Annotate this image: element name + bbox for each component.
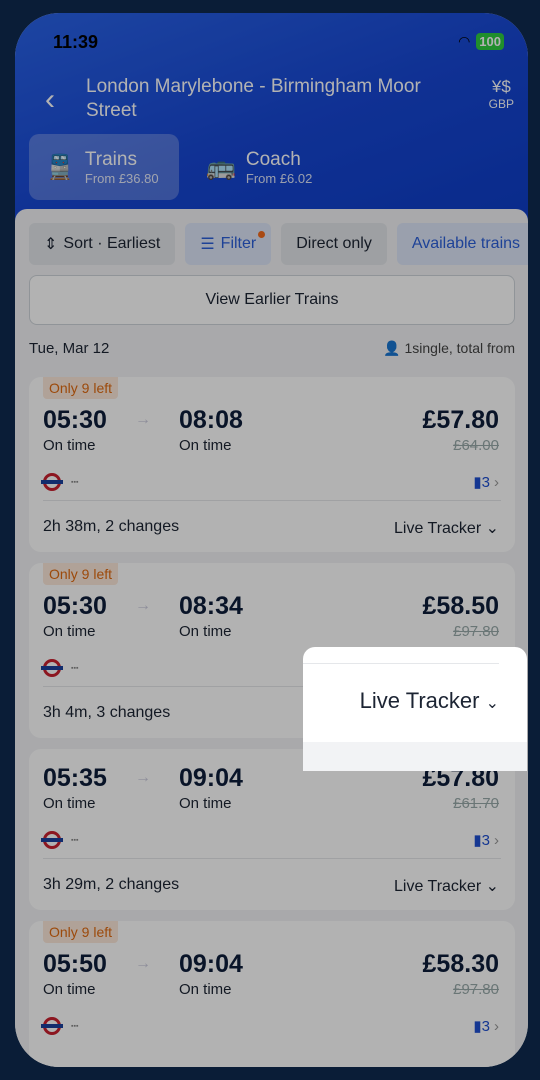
page-title: London Marylebone - Birmingham Moor Stre… (86, 76, 421, 121)
filter-chip[interactable]: ☰ Filter (185, 223, 272, 265)
journey-card[interactable]: Only 9 left 05:50 → 09:04 On time On time… (29, 921, 515, 1067)
operator-logos: ▪▪▪ (41, 659, 79, 677)
tab-label: Trains (84, 148, 137, 170)
available-trains-chip[interactable]: Available trains (396, 223, 528, 265)
sort-icon: ⇕ (44, 236, 58, 253)
underground-logo (41, 473, 63, 491)
ticket-icon[interactable]: ▮3› (473, 473, 499, 491)
operator-logos: ▪▪▪ (41, 1017, 79, 1035)
currency-button[interactable]: ¥$ GBP (489, 77, 514, 111)
tab-coach[interactable]: 🚌 Coach From £6.02 (190, 134, 340, 200)
price: £58.30 (422, 950, 499, 978)
live-tracker-button[interactable]: Live Tracker ⌄ (394, 518, 499, 538)
tab-trains[interactable]: 🚆 Trains From £36.80 (29, 134, 179, 200)
arrival-status: On time (179, 795, 232, 812)
chip-label: Direct only (296, 235, 372, 252)
status-time: 11:39 (53, 32, 99, 52)
direct-only-chip[interactable]: Direct only (281, 223, 387, 265)
arrow-icon: → (135, 411, 151, 428)
wifi-icon: ◠ (458, 33, 471, 49)
train-icon: 🚆 (45, 153, 75, 181)
arrival-time: 08:34 (179, 592, 243, 620)
arrival-status: On time (179, 437, 232, 454)
currency-exchange-icon: ¥$ (491, 77, 511, 96)
departure-time: 05:50 (43, 950, 107, 978)
original-price: £64.00 (453, 437, 499, 454)
arrow-icon: → (135, 597, 151, 614)
availability-badge: Only 9 left (43, 563, 119, 585)
ticket-icon[interactable]: ▮3› (473, 831, 499, 849)
live-tracker-label: Live Tracker (359, 688, 480, 713)
operator-logo: ▪▪▪ (71, 478, 79, 486)
view-earlier-button[interactable]: View Earlier Trains (29, 275, 515, 325)
live-tracker-spotlight[interactable]: Live Tracker ⌄ (303, 647, 527, 771)
operator-logo: ▪▪▪ (71, 836, 79, 844)
departure-status: On time (43, 981, 96, 998)
chip-label: Sort · Earliest (63, 235, 161, 252)
departure-status: On time (43, 795, 96, 812)
live-tracker-label: Live Tracker (394, 878, 482, 895)
person-icon: 👤 (383, 340, 401, 356)
tab-sub: From £36.80 (84, 170, 159, 186)
availability-badge: Only 9 left (43, 921, 119, 943)
departure-status: On time (43, 437, 96, 454)
filter-icon: ☰ (200, 236, 215, 253)
duration: 3h 29m, 2 changes (43, 876, 180, 893)
divider (43, 858, 501, 859)
departure-time: 05:30 (43, 406, 107, 434)
operator-logos: ▪▪▪ (41, 831, 79, 849)
underground-logo (41, 659, 63, 677)
chevron-down-icon: ⌄ (485, 695, 499, 712)
arrival-time: 09:04 (179, 950, 243, 978)
sort-chip[interactable]: ⇕ Sort · Earliest (29, 223, 176, 265)
back-button[interactable]: ‹ (45, 83, 55, 117)
arrow-icon: → (135, 955, 151, 972)
filter-dot (258, 231, 266, 238)
currency-label: GBP (488, 97, 514, 111)
bus-icon: 🚌 (206, 153, 236, 181)
arrow-icon: → (135, 769, 151, 786)
operator-logos: ▪▪▪ (41, 473, 79, 491)
availability-badge: Only 9 left (43, 377, 119, 399)
journey-card[interactable]: Only 9 left 05:30 → 08:08 On time On time… (29, 377, 515, 552)
arrival-status: On time (179, 623, 232, 640)
date-label: Tue, Mar 12 (29, 340, 110, 357)
live-tracker-button[interactable]: Live Tracker ⌄ (394, 876, 499, 896)
spotlight-lower (303, 742, 527, 771)
chip-label: Available trains (411, 235, 521, 252)
price: £58.50 (422, 592, 499, 620)
operator-logo: ▪▪▪ (71, 1022, 79, 1030)
departure-status: On time (43, 623, 96, 640)
chevron-down-icon: ⌄ (485, 520, 499, 537)
original-price: £97.80 (453, 623, 499, 640)
price: £57.80 (422, 406, 499, 434)
chip-label: Filter (220, 235, 257, 252)
divider (303, 663, 499, 664)
journey-card[interactable]: 05:35 → 09:04 On time On time £57.80 £61… (29, 749, 515, 910)
operator-logo: ▪▪▪ (71, 664, 79, 672)
live-tracker-highlight[interactable]: Live Tracker ⌄ (360, 688, 499, 714)
tab-label: Coach (245, 148, 301, 170)
departure-time: 05:30 (43, 592, 107, 620)
live-tracker-label: Live Tracker (394, 520, 482, 537)
duration: 2h 38m, 2 changes (43, 518, 180, 535)
arrival-time: 09:04 (179, 764, 243, 792)
arrival-status: On time (179, 981, 232, 998)
underground-logo (41, 1017, 63, 1035)
ticket-icon[interactable]: ▮3› (473, 1017, 499, 1035)
battery-icon: 100 (476, 33, 504, 50)
original-price: £61.70 (453, 795, 499, 812)
passenger-info: 1single, total from (404, 340, 516, 356)
divider (43, 500, 501, 501)
departure-time: 05:35 (43, 764, 107, 792)
arrival-time: 08:08 (179, 406, 243, 434)
underground-logo (41, 831, 63, 849)
duration: 3h 4m, 3 changes (43, 704, 171, 721)
tab-sub: From £6.02 (245, 170, 313, 186)
chevron-down-icon: ⌄ (485, 878, 499, 895)
screen: 11:39 ◠ 100 ‹ London Marylebone - Birming… (15, 13, 528, 1067)
original-price: £97.80 (453, 981, 499, 998)
